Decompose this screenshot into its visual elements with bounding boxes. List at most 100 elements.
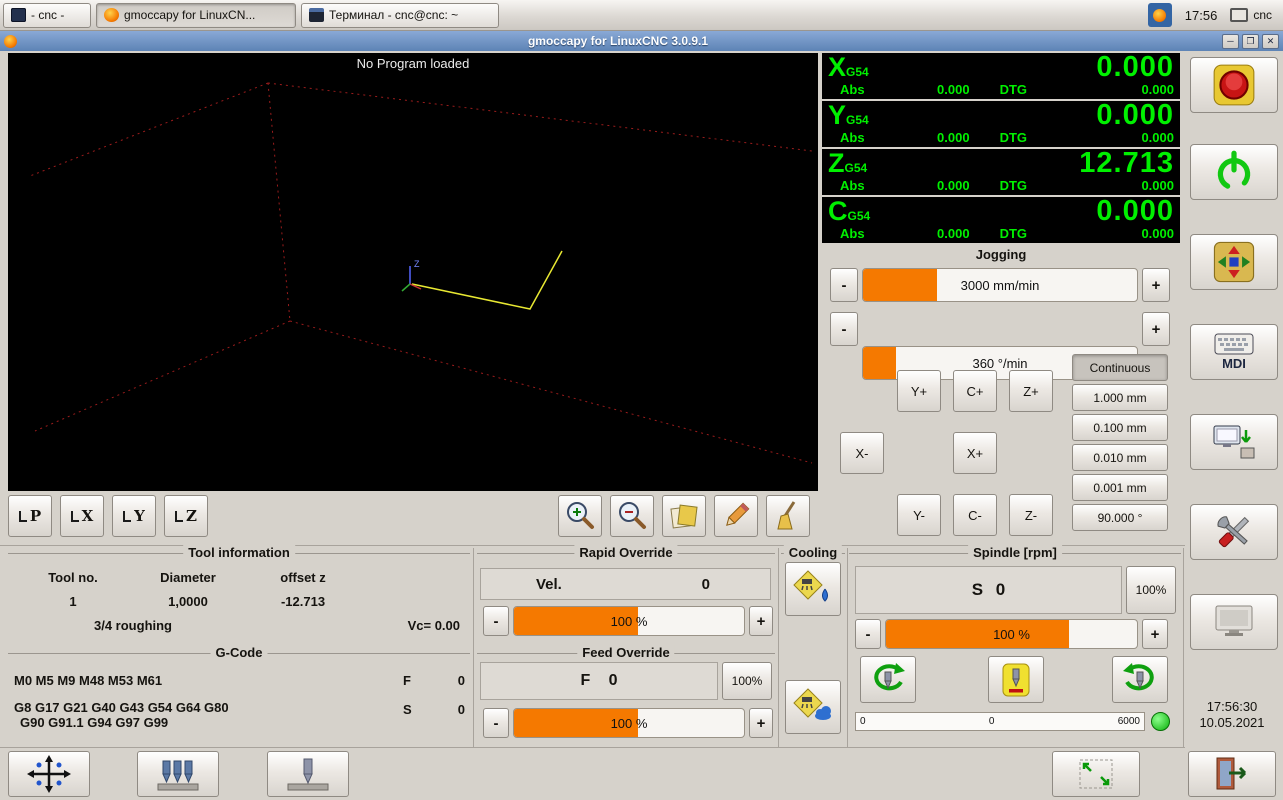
jog-linear-plus-button[interactable]: + (1142, 268, 1170, 302)
gmoccapy-tray-icon (1153, 8, 1167, 22)
axis-letter: Z (828, 148, 845, 178)
jog-angular-plus-button[interactable]: + (1142, 312, 1170, 346)
coord-system: G54 (846, 65, 869, 79)
jog-angular-velocity-slider[interactable]: 360 °/min (862, 346, 1138, 380)
machine-on-button[interactable] (1190, 144, 1278, 200)
view-letter: P (29, 507, 42, 525)
estop-button[interactable] (1190, 57, 1278, 113)
clear-preview-button[interactable] (766, 495, 810, 537)
dro-row-z[interactable]: Z G54 12.713 Abs 0.000 DTG 0.000 (822, 149, 1180, 195)
touch-off-button[interactable] (137, 751, 219, 797)
feed-display: F 0 (480, 662, 718, 700)
restore-button[interactable]: ❐ (1242, 33, 1259, 49)
auto-mode-button[interactable] (1190, 414, 1278, 470)
spindle-minus-button[interactable]: - (855, 619, 881, 649)
exit-icon (1216, 757, 1247, 790)
tool-info-title: Tool information (183, 545, 295, 560)
spindle-ccw-button[interactable] (860, 656, 916, 703)
jog-y-minus-button[interactable]: Y- (897, 494, 941, 536)
spindle-stop-button[interactable] (988, 656, 1044, 703)
scale-max: 6000 (1117, 716, 1140, 727)
jogging-title: Jogging (975, 247, 1027, 262)
spindle-cw-icon (1123, 662, 1154, 690)
axis-triad-icon: Z (401, 259, 422, 292)
jog-linear-minus-button[interactable]: - (830, 268, 858, 302)
rapid-override-value: 100 % (610, 613, 648, 629)
gremlin-preview[interactable]: Z No Program loaded (8, 53, 818, 491)
manual-jog-mode-button[interactable] (1190, 234, 1278, 290)
mdi-label: MDI (1222, 356, 1246, 371)
display-icon (1230, 8, 1249, 22)
mdi-mode-button[interactable]: MDI (1190, 324, 1278, 380)
settings-button[interactable] (1190, 504, 1278, 560)
spindle-reset-button[interactable]: 100% (1126, 566, 1176, 614)
rapid-override-slider[interactable]: 100 % (513, 606, 745, 636)
coord-system: G54 (844, 161, 868, 175)
dro-row-y[interactable]: Y G54 0.000 Abs 0.000 DTG 0.000 (822, 101, 1180, 147)
rapid-minus-button[interactable]: - (483, 606, 509, 636)
jog-x-minus-button[interactable]: X- (840, 432, 884, 474)
vel-value: 0 (701, 575, 710, 593)
exit-button[interactable] (1188, 751, 1276, 797)
taskbar-window-terminal[interactable]: Терминал - cnc@cnc: ~ (301, 2, 499, 28)
zoom-out-button[interactable] (610, 495, 654, 537)
dtg-value: 0.000 (1141, 226, 1174, 241)
increment-90deg-button[interactable]: 90.000 ° (1072, 504, 1168, 531)
toggle-dimensions-button[interactable] (662, 495, 706, 537)
increment-list: Continuous 1.000 mm 0.100 mm 0.010 mm 0.… (1072, 354, 1168, 531)
titlebar[interactable]: gmoccapy for LinuxCNC 3.0.9.1 ─ ❐ ✕ (0, 31, 1283, 51)
spindle-override-slider[interactable]: 100 % (885, 619, 1138, 649)
spindle-cw-button[interactable] (1112, 656, 1168, 703)
taskbar-clock[interactable]: 17:56 (1177, 8, 1226, 23)
dro-sub-line: Abs 0.000 DTG 0.000 (828, 178, 1174, 193)
no-program-message: No Program loaded (356, 56, 470, 71)
jog-angular-minus-button[interactable]: - (830, 312, 858, 346)
date-display: 10.05.2021 (1199, 715, 1265, 730)
cnc-window-icon (11, 8, 26, 22)
tool-measure-button[interactable] (267, 751, 349, 797)
taskbar-user[interactable]: cnc (1230, 8, 1280, 22)
dro-row-c[interactable]: C G54 0.000 Abs 0.000 DTG 0.000 (822, 197, 1180, 243)
axis-corner-icon (123, 510, 132, 522)
spindle-plus-button[interactable]: + (1142, 619, 1168, 649)
increment-1mm-button[interactable]: 1.000 mm (1072, 384, 1168, 411)
clock-panel: 17:56:30 10.05.2021 (1186, 699, 1278, 731)
taskbar-window-gmoccapy[interactable]: gmoccapy for LinuxCN... (96, 2, 296, 28)
rapid-plus-button[interactable]: + (749, 606, 773, 636)
zoom-in-button[interactable] (558, 495, 602, 537)
dro-main-line: Y G54 0.000 (828, 101, 1174, 130)
close-button[interactable]: ✕ (1262, 33, 1279, 49)
separator (847, 548, 848, 747)
taskbar-window-cnc[interactable]: - cnc - (3, 2, 91, 28)
jog-z-minus-button[interactable]: Z- (1009, 494, 1053, 536)
increment-0001mm-button[interactable]: 0.001 mm (1072, 474, 1168, 501)
jog-c-minus-button[interactable]: C- (953, 494, 997, 536)
feed-plus-button[interactable]: + (749, 708, 773, 738)
view-p-button[interactable]: P (8, 495, 52, 537)
minimize-button[interactable]: ─ (1222, 33, 1239, 49)
flood-button[interactable] (785, 680, 841, 734)
jog-x-plus-button[interactable]: X+ (953, 432, 997, 474)
feed-override-slider[interactable]: 100 % (513, 708, 745, 738)
edit-gcode-button[interactable] (714, 495, 758, 537)
view-x-button[interactable]: X (60, 495, 104, 537)
feed-reset-button[interactable]: 100% (722, 662, 772, 700)
mist-button[interactable] (785, 562, 841, 616)
fullscreen-button[interactable] (1052, 751, 1140, 797)
feed-minus-button[interactable]: - (483, 708, 509, 738)
ref-axes-button[interactable] (8, 751, 90, 797)
jog-linear-velocity-slider[interactable]: 3000 mm/min (862, 268, 1138, 302)
increment-001mm-button[interactable]: 0.010 mm (1072, 444, 1168, 471)
view-y-button[interactable]: Y (112, 495, 156, 537)
increment-01mm-button[interactable]: 0.100 mm (1072, 414, 1168, 441)
diameter-value: 1,0000 (168, 594, 208, 609)
dro-row-x[interactable]: X G54 0.000 Abs 0.000 DTG 0.000 (822, 53, 1180, 99)
offset-z-value: -12.713 (280, 594, 326, 609)
scale-current: 0 (988, 716, 995, 727)
system-tray[interactable] (1147, 3, 1172, 27)
view-z-button[interactable]: Z (164, 495, 208, 537)
taskbar: - cnc - gmoccapy for LinuxCN... Терминал… (0, 0, 1283, 31)
active-m-codes: M0 M5 M9 M48 M53 M61 (14, 673, 163, 688)
user-tab-button[interactable] (1190, 594, 1278, 650)
spindle-stop-icon (1002, 663, 1030, 696)
